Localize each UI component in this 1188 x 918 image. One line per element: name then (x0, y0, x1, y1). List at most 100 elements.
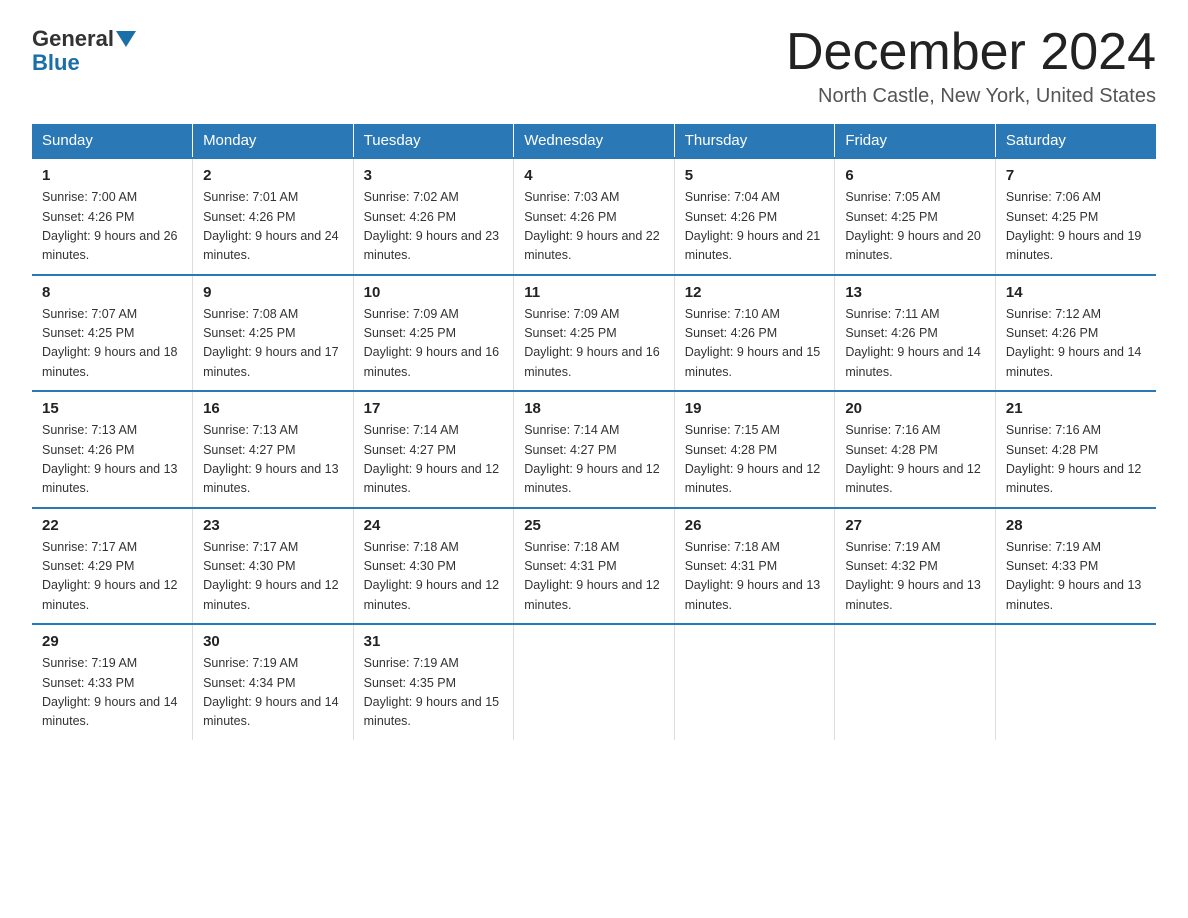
col-tuesday: Tuesday (353, 124, 514, 158)
logo-triangle-icon (116, 31, 136, 47)
day-number: 12 (685, 284, 825, 301)
calendar-cell-week1-day3: 4 Sunrise: 7:03 AMSunset: 4:26 PMDayligh… (514, 158, 675, 275)
calendar-table: Sunday Monday Tuesday Wednesday Thursday… (32, 124, 1156, 740)
day-number: 30 (203, 633, 343, 650)
day-detail: Sunrise: 7:03 AMSunset: 4:26 PMDaylight:… (524, 188, 664, 266)
day-number: 17 (364, 400, 504, 417)
calendar-cell-week4-day2: 24 Sunrise: 7:18 AMSunset: 4:30 PMDaylig… (353, 508, 514, 625)
day-number: 3 (364, 167, 504, 184)
calendar-cell-week3-day0: 15 Sunrise: 7:13 AMSunset: 4:26 PMDaylig… (32, 391, 193, 508)
day-detail: Sunrise: 7:11 AMSunset: 4:26 PMDaylight:… (845, 305, 985, 383)
calendar-week-4: 22 Sunrise: 7:17 AMSunset: 4:29 PMDaylig… (32, 508, 1156, 625)
page-header: General Blue December 2024 North Castle,… (32, 24, 1156, 108)
day-number: 28 (1006, 517, 1146, 534)
calendar-cell-week4-day3: 25 Sunrise: 7:18 AMSunset: 4:31 PMDaylig… (514, 508, 675, 625)
col-wednesday: Wednesday (514, 124, 675, 158)
col-friday: Friday (835, 124, 996, 158)
calendar-week-5: 29 Sunrise: 7:19 AMSunset: 4:33 PMDaylig… (32, 624, 1156, 740)
day-number: 14 (1006, 284, 1146, 301)
calendar-cell-week4-day4: 26 Sunrise: 7:18 AMSunset: 4:31 PMDaylig… (674, 508, 835, 625)
day-number: 20 (845, 400, 985, 417)
calendar-cell-week3-day3: 18 Sunrise: 7:14 AMSunset: 4:27 PMDaylig… (514, 391, 675, 508)
calendar-cell-week1-day1: 2 Sunrise: 7:01 AMSunset: 4:26 PMDayligh… (193, 158, 354, 275)
day-detail: Sunrise: 7:12 AMSunset: 4:26 PMDaylight:… (1006, 305, 1146, 383)
day-number: 1 (42, 167, 182, 184)
calendar-cell-week4-day0: 22 Sunrise: 7:17 AMSunset: 4:29 PMDaylig… (32, 508, 193, 625)
calendar-cell-week3-day6: 21 Sunrise: 7:16 AMSunset: 4:28 PMDaylig… (995, 391, 1156, 508)
day-number: 7 (1006, 167, 1146, 184)
calendar-cell-week5-day2: 31 Sunrise: 7:19 AMSunset: 4:35 PMDaylig… (353, 624, 514, 740)
calendar-cell-week3-day1: 16 Sunrise: 7:13 AMSunset: 4:27 PMDaylig… (193, 391, 354, 508)
day-number: 15 (42, 400, 182, 417)
calendar-cell-week3-day2: 17 Sunrise: 7:14 AMSunset: 4:27 PMDaylig… (353, 391, 514, 508)
day-number: 21 (1006, 400, 1146, 417)
day-number: 25 (524, 517, 664, 534)
calendar-cell-week4-day6: 28 Sunrise: 7:19 AMSunset: 4:33 PMDaylig… (995, 508, 1156, 625)
day-number: 16 (203, 400, 343, 417)
calendar-cell-week5-day1: 30 Sunrise: 7:19 AMSunset: 4:34 PMDaylig… (193, 624, 354, 740)
calendar-cell-week2-day0: 8 Sunrise: 7:07 AMSunset: 4:25 PMDayligh… (32, 275, 193, 392)
calendar-cell-week2-day5: 13 Sunrise: 7:11 AMSunset: 4:26 PMDaylig… (835, 275, 996, 392)
calendar-cell-week1-day6: 7 Sunrise: 7:06 AMSunset: 4:25 PMDayligh… (995, 158, 1156, 275)
day-number: 5 (685, 167, 825, 184)
day-detail: Sunrise: 7:17 AMSunset: 4:30 PMDaylight:… (203, 538, 343, 616)
day-detail: Sunrise: 7:06 AMSunset: 4:25 PMDaylight:… (1006, 188, 1146, 266)
day-number: 4 (524, 167, 664, 184)
calendar-cell-week2-day2: 10 Sunrise: 7:09 AMSunset: 4:25 PMDaylig… (353, 275, 514, 392)
day-number: 11 (524, 284, 664, 301)
day-detail: Sunrise: 7:14 AMSunset: 4:27 PMDaylight:… (524, 421, 664, 499)
day-detail: Sunrise: 7:07 AMSunset: 4:25 PMDaylight:… (42, 305, 182, 383)
day-number: 29 (42, 633, 182, 650)
day-number: 13 (845, 284, 985, 301)
day-detail: Sunrise: 7:17 AMSunset: 4:29 PMDaylight:… (42, 538, 182, 616)
page-title: December 2024 (786, 24, 1156, 81)
day-detail: Sunrise: 7:16 AMSunset: 4:28 PMDaylight:… (845, 421, 985, 499)
day-number: 18 (524, 400, 664, 417)
col-thursday: Thursday (674, 124, 835, 158)
location-subtitle: North Castle, New York, United States (786, 85, 1156, 108)
day-number: 9 (203, 284, 343, 301)
day-number: 26 (685, 517, 825, 534)
day-detail: Sunrise: 7:14 AMSunset: 4:27 PMDaylight:… (364, 421, 504, 499)
calendar-header-row: Sunday Monday Tuesday Wednesday Thursday… (32, 124, 1156, 158)
logo-blue-text: Blue (32, 50, 80, 76)
calendar-cell-week5-day5 (835, 624, 996, 740)
day-detail: Sunrise: 7:02 AMSunset: 4:26 PMDaylight:… (364, 188, 504, 266)
logo: General Blue (32, 28, 138, 76)
day-detail: Sunrise: 7:09 AMSunset: 4:25 PMDaylight:… (364, 305, 504, 383)
day-number: 8 (42, 284, 182, 301)
day-detail: Sunrise: 7:16 AMSunset: 4:28 PMDaylight:… (1006, 421, 1146, 499)
calendar-cell-week2-day1: 9 Sunrise: 7:08 AMSunset: 4:25 PMDayligh… (193, 275, 354, 392)
calendar-cell-week5-day0: 29 Sunrise: 7:19 AMSunset: 4:33 PMDaylig… (32, 624, 193, 740)
day-detail: Sunrise: 7:18 AMSunset: 4:30 PMDaylight:… (364, 538, 504, 616)
calendar-week-1: 1 Sunrise: 7:00 AMSunset: 4:26 PMDayligh… (32, 158, 1156, 275)
day-detail: Sunrise: 7:19 AMSunset: 4:35 PMDaylight:… (364, 654, 504, 732)
col-monday: Monday (193, 124, 354, 158)
calendar-cell-week2-day6: 14 Sunrise: 7:12 AMSunset: 4:26 PMDaylig… (995, 275, 1156, 392)
day-detail: Sunrise: 7:08 AMSunset: 4:25 PMDaylight:… (203, 305, 343, 383)
calendar-cell-week4-day1: 23 Sunrise: 7:17 AMSunset: 4:30 PMDaylig… (193, 508, 354, 625)
day-detail: Sunrise: 7:09 AMSunset: 4:25 PMDaylight:… (524, 305, 664, 383)
day-detail: Sunrise: 7:10 AMSunset: 4:26 PMDaylight:… (685, 305, 825, 383)
day-detail: Sunrise: 7:19 AMSunset: 4:34 PMDaylight:… (203, 654, 343, 732)
calendar-week-2: 8 Sunrise: 7:07 AMSunset: 4:25 PMDayligh… (32, 275, 1156, 392)
day-detail: Sunrise: 7:18 AMSunset: 4:31 PMDaylight:… (685, 538, 825, 616)
day-number: 31 (364, 633, 504, 650)
calendar-cell-week4-day5: 27 Sunrise: 7:19 AMSunset: 4:32 PMDaylig… (835, 508, 996, 625)
day-detail: Sunrise: 7:00 AMSunset: 4:26 PMDaylight:… (42, 188, 182, 266)
day-detail: Sunrise: 7:18 AMSunset: 4:31 PMDaylight:… (524, 538, 664, 616)
calendar-cell-week2-day4: 12 Sunrise: 7:10 AMSunset: 4:26 PMDaylig… (674, 275, 835, 392)
day-number: 24 (364, 517, 504, 534)
day-number: 2 (203, 167, 343, 184)
logo-general-text: General (32, 28, 114, 50)
day-detail: Sunrise: 7:13 AMSunset: 4:27 PMDaylight:… (203, 421, 343, 499)
calendar-cell-week3-day4: 19 Sunrise: 7:15 AMSunset: 4:28 PMDaylig… (674, 391, 835, 508)
day-number: 22 (42, 517, 182, 534)
day-number: 27 (845, 517, 985, 534)
day-detail: Sunrise: 7:05 AMSunset: 4:25 PMDaylight:… (845, 188, 985, 266)
col-saturday: Saturday (995, 124, 1156, 158)
title-block: December 2024 North Castle, New York, Un… (786, 24, 1156, 108)
day-detail: Sunrise: 7:01 AMSunset: 4:26 PMDaylight:… (203, 188, 343, 266)
day-detail: Sunrise: 7:19 AMSunset: 4:33 PMDaylight:… (42, 654, 182, 732)
calendar-cell-week1-day2: 3 Sunrise: 7:02 AMSunset: 4:26 PMDayligh… (353, 158, 514, 275)
